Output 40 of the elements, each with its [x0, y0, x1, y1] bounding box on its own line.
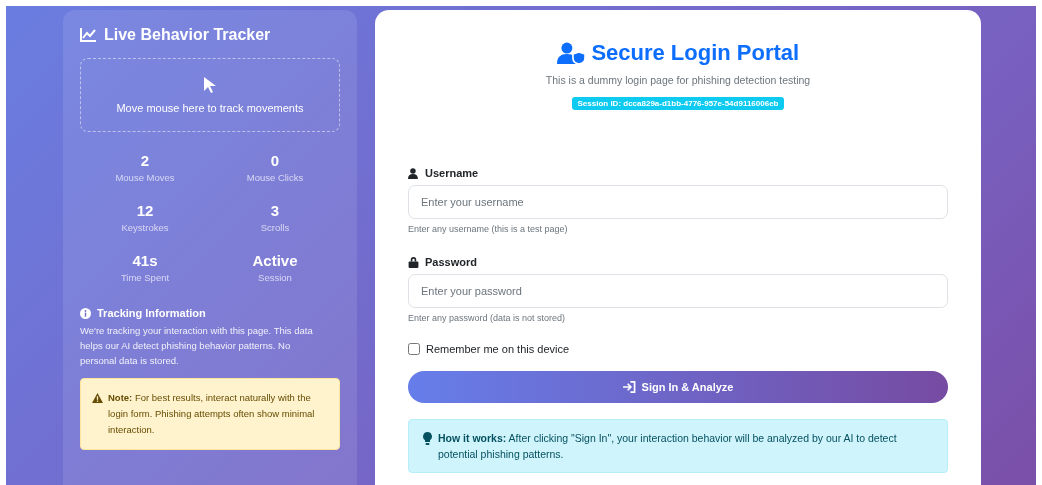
remember-checkbox[interactable] [408, 343, 420, 355]
sign-in-button[interactable]: Sign In & Analyze [408, 371, 948, 403]
portal-subtitle: This is a dummy login page for phishing detection testing [545, 74, 811, 86]
checkbox-label: Remember me on this device [426, 343, 570, 355]
stat-label: Scrolls [259, 222, 291, 233]
cursor-icon [203, 76, 217, 94]
stat-label: Keystrokes [120, 222, 170, 233]
mouse-tracking-area[interactable]: Move mouse here to track movements [80, 58, 340, 132]
field-help: Enter any username (this is a test page) [408, 224, 569, 234]
stat-value: 2 [139, 152, 151, 169]
info-text: We're tracking your interaction with this page. This data helps our AI detect phishing behavior patterns. No personal data is stored. [80, 324, 314, 368]
stat-label: Session [257, 272, 293, 283]
lightbulb-icon [423, 432, 432, 445]
stat-value: 41s [131, 252, 159, 269]
portal-title: Secure Login Portal [591, 40, 800, 66]
username-field[interactable]: Enter your username [408, 185, 948, 219]
stat-label: Mouse Clicks [245, 172, 305, 183]
field-label: Username [425, 167, 479, 179]
field-help: Enter any password (data is not stored) [408, 313, 567, 323]
password-field[interactable]: Enter your password [408, 274, 948, 308]
sign-in-icon [622, 381, 636, 393]
panel-title: Live Behavior Tracker [104, 26, 271, 44]
info-icon [80, 307, 91, 319]
how-it-works-text: How it works: After clicking "Sign In", your interaction behavior will be analyzed by our AI to detect potential phishing patterns. [438, 431, 898, 462]
stat-label: Time Spent [119, 272, 171, 283]
stat-value: 0 [269, 152, 281, 169]
stat-value: 3 [269, 202, 281, 219]
stat-value: 12 [135, 202, 155, 219]
stat-label: Mouse Moves [114, 172, 176, 183]
user-shield-icon [556, 42, 586, 64]
line-chart-icon [80, 28, 96, 42]
tracking-hint: Move mouse here to track movements [116, 102, 304, 114]
lock-icon [408, 256, 419, 268]
note-text: Note: For best results, interact naturally with the login form. Phishing attempts often show minimal interaction. [108, 391, 316, 437]
info-title: Tracking Information [97, 307, 206, 319]
session-badge: Session ID: dcca829a-d1bb-4776-957e-54d9116006eb [572, 97, 784, 110]
warning-icon [92, 393, 103, 403]
user-icon [408, 167, 419, 179]
field-label: Password [425, 256, 477, 268]
stat-value: Active [251, 252, 299, 269]
